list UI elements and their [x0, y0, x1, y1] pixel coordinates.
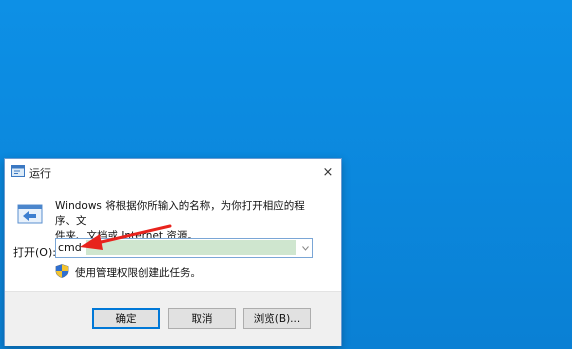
- run-window-icon: [17, 204, 43, 224]
- dialog-footer: 确定 取消 浏览(B)...: [5, 291, 341, 346]
- dialog-titlebar: 运行 ×: [5, 159, 341, 185]
- open-combobox[interactable]: cmd: [55, 238, 313, 258]
- chevron-down-icon: [301, 245, 309, 251]
- cancel-button[interactable]: 取消: [168, 308, 236, 329]
- run-dialog: 运行 × Windows 将根据你所输入的名称，为你打开相应的程序、文 件夹、文…: [4, 158, 342, 346]
- admin-note: 使用管理权限创建此任务。: [75, 267, 201, 279]
- ok-button[interactable]: 确定: [92, 308, 160, 329]
- uac-shield-icon: [55, 264, 69, 278]
- close-button[interactable]: ×: [315, 159, 341, 185]
- run-app-icon: [11, 165, 25, 177]
- description-line-1: Windows 将根据你所输入的名称，为你打开相应的程序、文: [55, 200, 305, 227]
- dialog-title: 运行: [29, 167, 51, 180]
- open-input[interactable]: cmd: [58, 240, 85, 255]
- open-label: 打开(O):: [13, 246, 56, 259]
- input-highlight: [86, 240, 296, 255]
- browse-button[interactable]: 浏览(B)...: [243, 308, 311, 329]
- close-icon: ×: [322, 164, 334, 180]
- dropdown-button[interactable]: [298, 239, 312, 257]
